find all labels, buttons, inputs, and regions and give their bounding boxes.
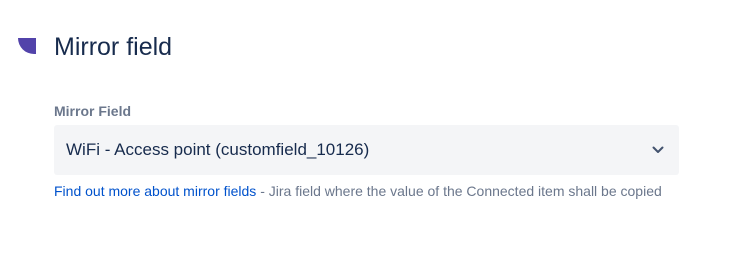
chevron-down-icon[interactable] bbox=[651, 143, 665, 157]
mirror-field-select[interactable]: WiFi - Access point (customfield_10126) bbox=[54, 125, 679, 175]
mirror-field-label: Mirror Field bbox=[54, 103, 132, 119]
helper-description: - Jira field where the value of the Conn… bbox=[256, 183, 662, 199]
mirror-fields-help-link[interactable]: Find out more about mirror fields bbox=[54, 183, 256, 199]
helper-text: Find out more about mirror fields - Jira… bbox=[54, 182, 662, 200]
mirror-field-panel: Mirror field Mirror Field WiFi - Access … bbox=[0, 0, 743, 262]
quarter-circle-icon bbox=[18, 38, 36, 54]
mirror-field-selected-value: WiFi - Access point (customfield_10126) bbox=[66, 140, 370, 159]
section-title: Mirror field bbox=[54, 33, 173, 61]
